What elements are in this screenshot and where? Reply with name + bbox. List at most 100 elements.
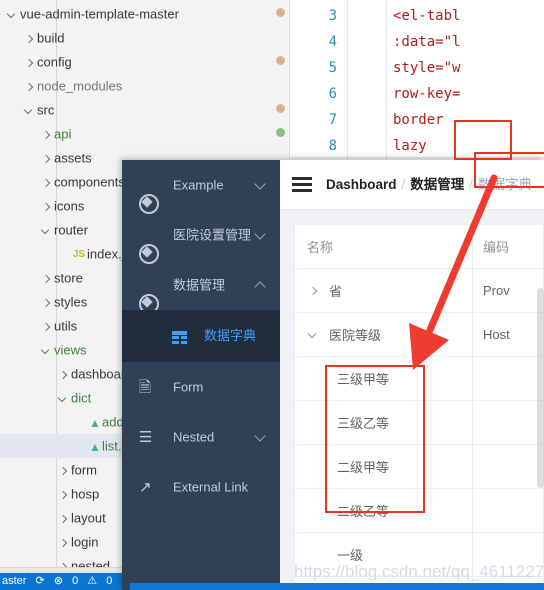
sidebar-subitem-数据字典[interactable]: 数据字典: [122, 310, 280, 362]
status-bar[interactable]: aster ⟳ ⊗ 0 ⚠ 0: [0, 573, 130, 590]
tree-item-vue-admin-template-master[interactable]: vue-admin-template-master: [0, 2, 290, 26]
code-text[interactable]: :data="l: [393, 34, 460, 50]
chevron-right-icon[interactable]: [57, 464, 71, 478]
chevron-right-icon[interactable]: [57, 536, 71, 550]
sidebar-item-external-link[interactable]: ↗ External Link: [122, 462, 280, 512]
tree-item-label: api: [54, 126, 72, 142]
js-file-icon: JS: [72, 248, 86, 260]
breadcrumb-item-1[interactable]: Dashboard: [326, 177, 397, 192]
chevron-right-icon[interactable]: [40, 128, 54, 142]
code-line[interactable]: 4:data="l: [291, 34, 544, 62]
chevron-right-icon[interactable]: [57, 512, 71, 526]
table-row[interactable]: 二级乙等: [295, 489, 543, 533]
chevron-down-icon[interactable]: [40, 224, 54, 238]
sidebar-item-nested[interactable]: ☰ Nested: [122, 412, 280, 462]
code-editor[interactable]: 3 <el-tabl 4:data="l 5 style="w 6 row-key= 7 bor…: [291, 0, 544, 160]
chevron-right-icon[interactable]: [23, 56, 37, 70]
code-text[interactable]: <el-tabl: [393, 8, 460, 24]
chevron-up-icon[interactable]: [254, 281, 266, 293]
tree-item-label: hosp: [71, 486, 100, 502]
table-row[interactable]: 医院等级 Host: [295, 313, 543, 357]
tree-item-build[interactable]: build: [0, 26, 290, 50]
table-row[interactable]: 二级甲等: [295, 445, 543, 489]
cell-name-text: 省: [329, 284, 343, 299]
cell-code: [473, 357, 543, 400]
chevron-right-icon[interactable]: [40, 152, 54, 166]
sidebar-item-example[interactable]: Example: [122, 160, 280, 215]
vertical-scrollbar[interactable]: [537, 288, 544, 488]
sync-icon[interactable]: ⟳: [36, 575, 45, 587]
tree-item-config[interactable]: config: [0, 50, 290, 74]
chevron-down-icon[interactable]: [307, 328, 321, 342]
code-line[interactable]: 6 row-key=: [291, 86, 544, 114]
chevron-right-icon[interactable]: [23, 80, 37, 94]
chevron-down-icon[interactable]: [6, 8, 20, 22]
compass-icon: [139, 227, 161, 265]
chevron-down-icon[interactable]: [254, 228, 266, 240]
chevron-right-icon[interactable]: [40, 272, 54, 286]
code-text[interactable]: row-key=: [393, 86, 460, 102]
scm-marker-dot: [276, 56, 285, 65]
status-error-count[interactable]: 0: [72, 575, 78, 587]
line-number: 7: [328, 112, 337, 128]
data-table[interactable]: 名称 编码 省Prov医院等级Host三级甲等三级乙等二级甲等二级乙等一级证件类…: [294, 224, 544, 590]
line-number: 8: [328, 138, 337, 154]
table-row[interactable]: 省 Prov: [295, 269, 543, 313]
tree-item-label: utils: [54, 318, 78, 334]
chevron-right-icon[interactable]: [57, 368, 71, 382]
tree-item-node_modules[interactable]: node_modules: [0, 74, 290, 98]
code-text[interactable]: lazy: [393, 138, 427, 154]
tree-item-api[interactable]: api: [0, 122, 290, 146]
sidebar-item-form[interactable]: 🗎 Form: [122, 362, 280, 412]
tree-item-label: vue-admin-template-master: [20, 6, 179, 22]
chevron-right-icon[interactable]: [57, 488, 71, 502]
chevron-right-icon[interactable]: [307, 284, 321, 298]
compass-icon: [139, 277, 161, 315]
code-text[interactable]: style="w: [393, 60, 460, 76]
table-row[interactable]: 三级甲等: [295, 357, 543, 401]
sidebar-item-label: 数据管理: [173, 277, 226, 293]
chevron-right-icon[interactable]: [40, 200, 54, 214]
breadcrumb[interactable]: Dashboard / 数据管理 / 数据字典: [326, 160, 532, 210]
chevron-right-icon[interactable]: [40, 320, 54, 334]
sidebar-item-医院设置管理[interactable]: 医院设置管理: [122, 210, 280, 265]
status-branch[interactable]: aster: [2, 575, 26, 587]
sidebar-item-数据管理[interactable]: 数据管理: [122, 260, 280, 315]
grid-icon: [172, 311, 192, 363]
chevron-down-icon[interactable]: [57, 392, 71, 406]
column-header-name: 名称: [295, 225, 473, 268]
tree-item-label: login: [71, 534, 99, 550]
cell-name-text: 三级乙等: [337, 416, 390, 431]
chevron-right-icon[interactable]: [40, 176, 54, 190]
external-icon: ↗: [139, 478, 152, 496]
tree-item-label: form: [71, 462, 97, 478]
code-line[interactable]: 7 border: [291, 112, 544, 140]
hamburger-icon[interactable]: [292, 177, 312, 193]
warning-icon[interactable]: ⚠: [87, 575, 97, 587]
tree-item-src[interactable]: src: [0, 98, 290, 122]
chevron-right-icon[interactable]: [23, 32, 37, 46]
table-body[interactable]: 省Prov医院等级Host三级甲等三级乙等二级甲等二级乙等一级证件类型Certe: [295, 269, 543, 590]
table-row[interactable]: 一级: [295, 533, 543, 577]
cell-code-text: Prov: [483, 283, 510, 298]
code-line[interactable]: 5 style="w: [291, 60, 544, 88]
chevron-down-icon[interactable]: [254, 178, 266, 190]
tree-item-label: components: [54, 174, 125, 190]
error-icon[interactable]: ⊗: [54, 575, 63, 587]
cell-name: 三级甲等: [295, 357, 473, 400]
chevron-down-icon[interactable]: [23, 104, 37, 118]
scm-marker-dot: [276, 8, 285, 17]
table-header-row: 名称 编码: [295, 225, 543, 269]
breadcrumb-item-2[interactable]: 数据管理: [410, 177, 464, 192]
tree-item-label: router: [54, 222, 88, 238]
chevron-down-icon[interactable]: [254, 430, 266, 442]
chevron-right-icon[interactable]: [40, 296, 54, 310]
app-sidebar[interactable]: Example 医院设置管理数据管理数据字典 🗎 Form ☰ Nested ↗ Extern…: [122, 160, 280, 590]
code-text[interactable]: border: [393, 112, 444, 128]
sidebar-menu[interactable]: Example 医院设置管理数据管理数据字典 🗎 Form ☰ Nested ↗ Extern…: [122, 160, 280, 512]
code-line[interactable]: 3 <el-tabl: [291, 8, 544, 36]
table-row[interactable]: 三级乙等: [295, 401, 543, 445]
status-warning-count[interactable]: 0: [106, 575, 112, 587]
chevron-down-icon[interactable]: [40, 344, 54, 358]
cell-name-text: 三级甲等: [337, 372, 390, 387]
